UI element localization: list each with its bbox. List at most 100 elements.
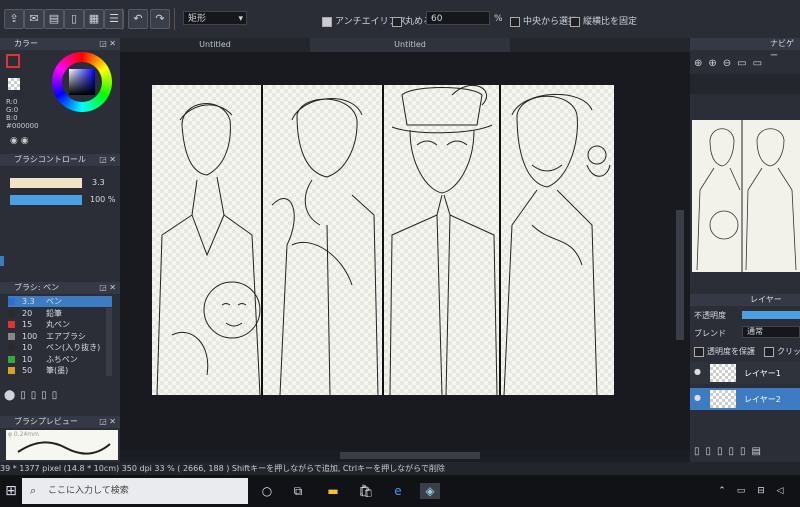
volume-icon[interactable]: ◁ bbox=[772, 483, 788, 499]
color-panel-title: カラー bbox=[14, 39, 38, 48]
brush-opacity-slider[interactable] bbox=[10, 195, 82, 205]
tray-chevron-icon[interactable]: ⌃ bbox=[714, 483, 730, 499]
brush-size: 10 bbox=[22, 354, 33, 364]
close-icon[interactable]: ◲ ✕ bbox=[99, 154, 116, 166]
grid-icon[interactable]: ▦ bbox=[84, 9, 104, 29]
taskbar-search-box[interactable]: ⌕ ここに入力して検索 bbox=[22, 478, 248, 504]
brush-name: ペン bbox=[46, 297, 62, 306]
brush-name: ペン(入り抜き) bbox=[46, 343, 101, 352]
tab-untitled-2[interactable]: Untitled bbox=[310, 38, 510, 52]
status-bar: 39 * 1377 pixel (14.8 * 10cm) 350 dpi 33… bbox=[0, 462, 800, 475]
close-icon[interactable]: ◲ ✕ bbox=[99, 282, 116, 294]
divider bbox=[174, 8, 175, 30]
close-icon[interactable]: ◲ ✕ bbox=[99, 38, 116, 50]
aspect-ratio-checkbox[interactable]: 縦横比を固定 bbox=[570, 14, 637, 27]
network-icon[interactable]: ⊟ bbox=[753, 483, 769, 499]
brush-list-item[interactable]: 20 鉛筆 bbox=[8, 308, 112, 319]
brush-preview-header: ブラシプレビュー ◲ ✕ bbox=[0, 416, 120, 428]
brush-size-slider[interactable] bbox=[10, 178, 82, 188]
store-icon[interactable]: 🛍 bbox=[358, 483, 374, 499]
windows-taskbar: ⊞ ⌕ ここに入力して検索 ○ ⧉ ▬ 🛍 e ◈ ⌃ ▭ ⊟ ◁ bbox=[0, 475, 800, 507]
file-explorer-icon[interactable]: ▬ bbox=[325, 483, 341, 499]
navigator-thumbnail bbox=[696, 120, 797, 272]
navigator-header: ナビゲー bbox=[690, 38, 800, 60]
brush-control-title: ブラシコントロール bbox=[14, 155, 86, 164]
palette-icon[interactable]: ◉ ◉ bbox=[10, 136, 29, 146]
foreground-color-swatch[interactable] bbox=[6, 54, 20, 68]
brush-action-icons[interactable]: ⬤▯▯▯▯ bbox=[4, 390, 62, 401]
shape-select[interactable]: 矩形 ▾ bbox=[183, 11, 247, 25]
brush-list-scrollbar[interactable] bbox=[106, 308, 112, 376]
document-icon[interactable]: ▯ bbox=[64, 9, 84, 29]
brush-color-swatch bbox=[8, 309, 15, 317]
layer-row[interactable]: ● レイヤー1 bbox=[690, 362, 800, 384]
transparent-color-swatch[interactable] bbox=[8, 78, 20, 90]
color-wheel[interactable] bbox=[52, 52, 112, 112]
left-panel: カラー ◲ ✕ R:0 G:0 B:0 #000000 ◉ ◉ ブラシコントロー… bbox=[0, 38, 120, 468]
close-icon[interactable]: ◲ ✕ bbox=[99, 416, 116, 428]
canvas-vertical-scrollbar[interactable] bbox=[676, 210, 684, 340]
percent-label: % bbox=[494, 14, 503, 24]
center-select-checkbox[interactable]: 中央から選択 bbox=[510, 14, 577, 27]
tab-untitled-1[interactable]: Untitled bbox=[160, 38, 270, 52]
brush-list-item[interactable]: 50 筆(墨) bbox=[8, 365, 112, 376]
chat-icon[interactable]: ✉ bbox=[24, 9, 44, 29]
canvas-horizontal-scrollbar[interactable] bbox=[340, 452, 480, 459]
layer-thumbnail bbox=[710, 364, 736, 382]
aspect-ratio-label: 縦横比を固定 bbox=[583, 17, 638, 27]
brush-preview-canvas: φ 0.24mm bbox=[6, 430, 118, 460]
visibility-icon[interactable]: ● bbox=[694, 393, 701, 402]
layers-icon[interactable]: ▤ bbox=[44, 9, 64, 29]
task-view-icon[interactable]: ⧉ bbox=[290, 483, 306, 499]
brush-color-swatch bbox=[8, 332, 15, 340]
protect-alpha-checkbox[interactable]: 透明度を保護 bbox=[694, 346, 755, 357]
round-value: 60 bbox=[431, 14, 443, 24]
blend-mode-select[interactable]: 通常 bbox=[742, 326, 800, 338]
brush-color-swatch bbox=[8, 355, 15, 363]
layer-opacity-slider[interactable] bbox=[742, 311, 800, 319]
brush-list-item[interactable]: 100 エアブラシ bbox=[8, 331, 112, 342]
color-panel-header: カラー ◲ ✕ bbox=[0, 38, 120, 50]
navigator-title: ナビゲー bbox=[770, 39, 794, 60]
share-icon[interactable]: ⇪ bbox=[4, 9, 24, 29]
brush-stroke-preview bbox=[17, 441, 111, 455]
medibang-app-icon[interactable]: ◈ bbox=[420, 483, 440, 499]
layer-list: ● レイヤー1 ● レイヤー2 bbox=[690, 362, 800, 412]
brush-list-item[interactable]: 3.3 ペン bbox=[8, 296, 112, 307]
layer-action-icons[interactable]: ▯▯▯▯▯▤ bbox=[694, 446, 767, 457]
brush-size: 10 bbox=[22, 343, 33, 352]
list-icon[interactable]: ☰ bbox=[104, 9, 124, 29]
brush-list-item[interactable]: 15 丸ペン bbox=[8, 319, 112, 330]
layer-name: レイヤー2 bbox=[744, 395, 781, 404]
drawing-canvas[interactable] bbox=[152, 84, 614, 396]
cortana-icon[interactable]: ○ bbox=[259, 483, 275, 499]
layer-name: レイヤー1 bbox=[744, 369, 781, 378]
clipping-checkbox[interactable]: クリッピン bbox=[764, 346, 800, 357]
green-value: G:0 bbox=[6, 106, 19, 114]
top-toolbar: ⇪ ✉ ▤ ▯ ▦ ☰ ↶ ↷ 矩形 ▾ アンチエイリアス 丸める 60 % 中… bbox=[0, 0, 800, 39]
brush-size: 100 bbox=[22, 331, 38, 341]
brush-list-item[interactable]: 10 ふちペン bbox=[8, 354, 112, 365]
round-value-field[interactable]: 60 bbox=[426, 11, 490, 25]
brush-color-swatch bbox=[8, 298, 15, 305]
redo-icon[interactable]: ↷ bbox=[150, 9, 170, 29]
brush-size: 50 bbox=[22, 366, 33, 375]
edge-icon[interactable]: e bbox=[390, 483, 406, 499]
layer-row[interactable]: ● レイヤー2 bbox=[690, 388, 800, 410]
saturation-square[interactable] bbox=[69, 69, 95, 95]
brush-preview-title: ブラシプレビュー bbox=[14, 417, 78, 426]
search-placeholder: ここに入力して検索 bbox=[48, 486, 129, 496]
zoom-icons[interactable]: ⊕⊕⊖▭▭ bbox=[694, 58, 768, 69]
visibility-icon[interactable]: ● bbox=[694, 367, 701, 376]
sketch-artwork bbox=[152, 84, 614, 396]
battery-icon[interactable]: ▭ bbox=[733, 483, 749, 499]
shape-select-value: 矩形 bbox=[188, 14, 207, 24]
brush-list: 3.3 ペン 20 鉛筆 15 丸ペン 100 エアブラシ 10 ペン(入り抜き) 10 ふちペン 50… bbox=[0, 296, 120, 376]
windows-start-icon[interactable]: ⊞ bbox=[0, 483, 22, 499]
document-tab-bar: Untitled Untitled bbox=[120, 38, 690, 52]
brush-list-item[interactable]: 10 ペン(入り抜き) bbox=[8, 342, 112, 353]
search-icon: ⌕ bbox=[30, 484, 37, 497]
undo-icon[interactable]: ↶ bbox=[128, 9, 148, 29]
brush-control-header: ブラシコントロール ◲ ✕ bbox=[0, 154, 120, 166]
brush-size: 15 bbox=[22, 320, 33, 329]
